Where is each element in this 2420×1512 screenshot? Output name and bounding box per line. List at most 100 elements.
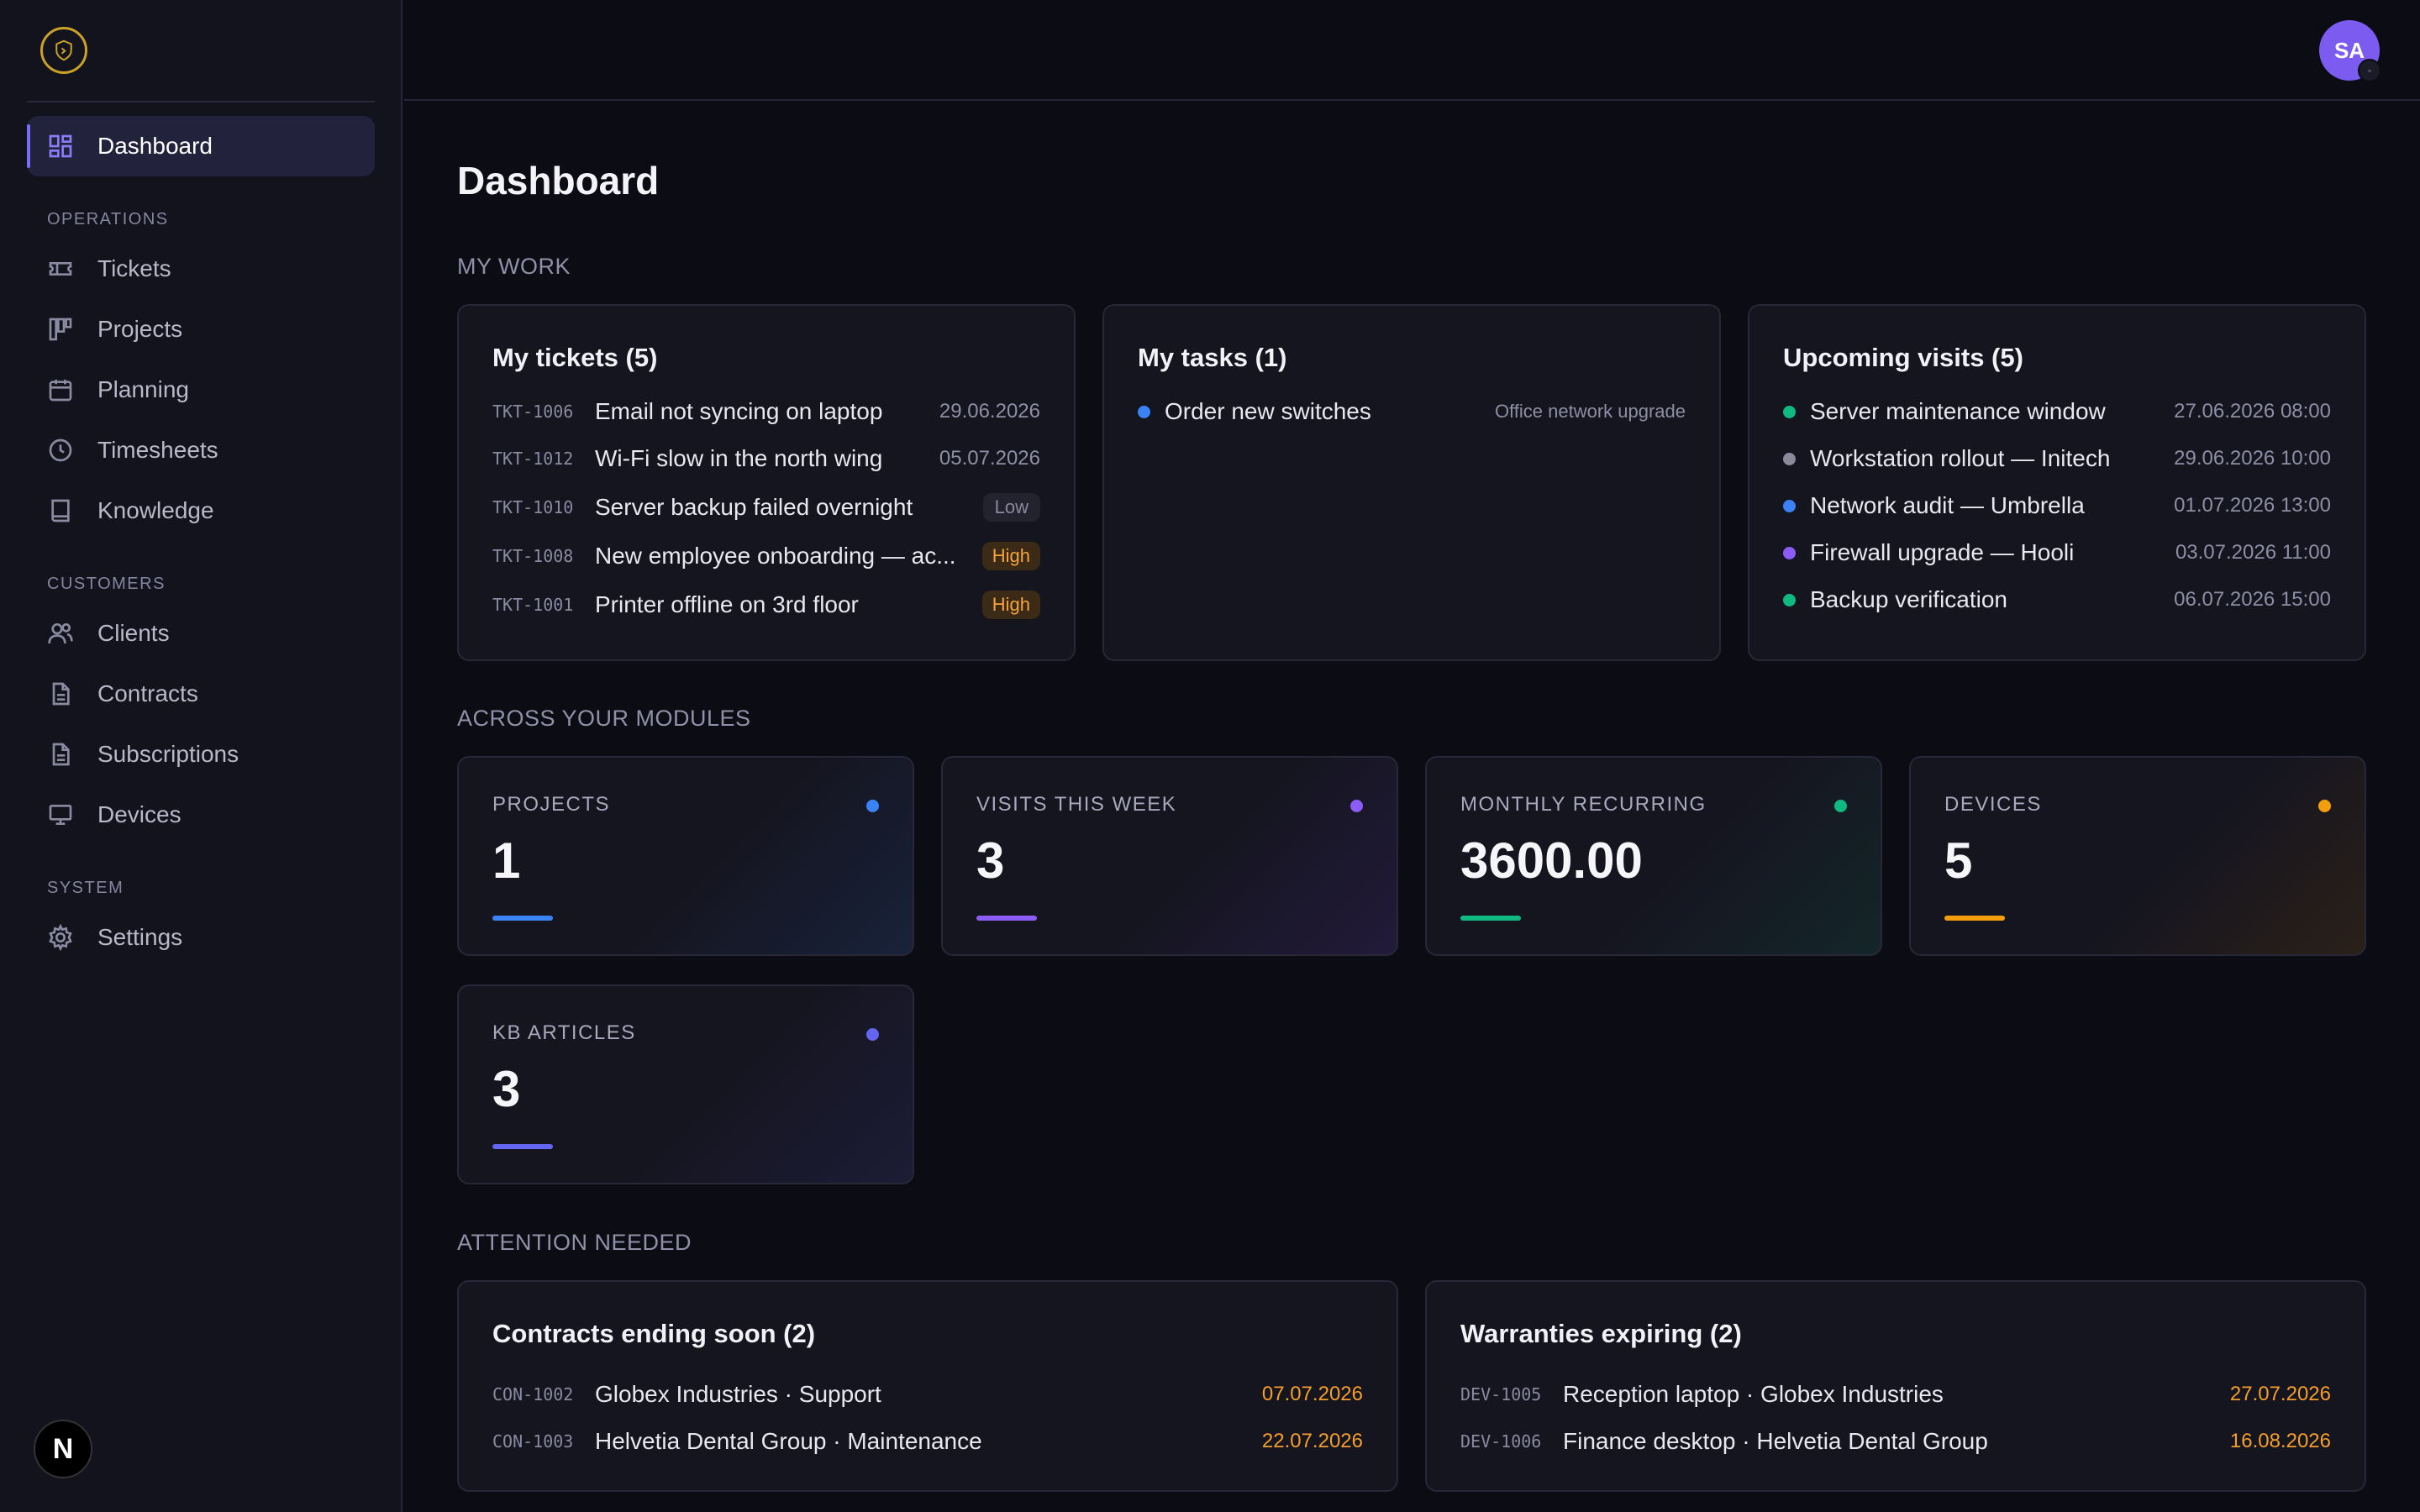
user-avatar[interactable]: SA ◦	[2319, 20, 2381, 82]
stat-card-kb-articles[interactable]: KB ARTICLES 3	[457, 984, 914, 1184]
section-title-modules: ACROSS YOUR MODULES	[457, 706, 751, 731]
top-bar: SA ◦	[404, 0, 2420, 101]
sidebar-item-settings[interactable]: Settings	[27, 912, 375, 963]
stat-dot	[866, 800, 879, 812]
visit-title: Network audit — Umbrella	[1810, 492, 2085, 518]
dashboard-icon	[45, 131, 76, 161]
sidebar-item-knowledge[interactable]: Knowledge	[27, 486, 375, 536]
status-dot	[1783, 405, 1796, 418]
stat-card-visits[interactable]: VISITS THIS WEEK 3	[941, 756, 1398, 956]
visit-date: 27.06.2026 08:00	[2174, 400, 2331, 423]
stat-label: KB ARTICLES	[492, 1021, 636, 1044]
status-dot	[1783, 452, 1796, 465]
sidebar-item-planning[interactable]: Planning	[27, 365, 375, 415]
priority-badge: High	[981, 591, 1040, 619]
sidebar-item-label: Tickets	[97, 255, 171, 281]
warranties-expiring-card: Warranties expiring (2) DEV-1005 Recepti…	[1425, 1280, 2366, 1492]
visit-title: Workstation rollout — Initech	[1810, 445, 2111, 471]
document-icon	[45, 739, 76, 769]
ticket-id: TKT-1012	[492, 449, 574, 469]
stat-card-projects[interactable]: PROJECTS 1	[457, 756, 914, 956]
sidebar-item-timesheets[interactable]: Timesheets	[27, 425, 375, 475]
sidebar-item-projects[interactable]: Projects	[27, 304, 375, 354]
ticket-row[interactable]: TKT-1008 New employee onboarding — ac...…	[492, 539, 1040, 573]
warranty-end-date: 27.07.2026	[2229, 1383, 2331, 1405]
ticket-row[interactable]: TKT-1001 Printer offline on 3rd floor Hi…	[492, 588, 1040, 622]
app-logo-icon[interactable]	[40, 27, 87, 74]
card-title: Upcoming visits (5)	[1783, 343, 2023, 372]
sidebar-divider	[27, 101, 375, 102]
visit-row[interactable]: Network audit — Umbrella 01.07.2026 13:0…	[1783, 489, 2331, 522]
contract-title: Globex Industries · Support	[595, 1381, 881, 1407]
task-row[interactable]: Order new switches Office network upgrad…	[1138, 395, 1686, 428]
priority-badge: High	[981, 542, 1040, 570]
dev-tools-badge[interactable]: N	[34, 1420, 92, 1478]
task-project: Office network upgrade	[1494, 401, 1686, 422]
stat-value: 1	[492, 832, 521, 889]
contract-row[interactable]: CON-1003 Helvetia Dental Group · Mainten…	[492, 1425, 1363, 1458]
users-icon	[45, 618, 76, 648]
visit-row[interactable]: Backup verification 06.07.2026 15:00	[1783, 583, 2331, 617]
ticket-row[interactable]: TKT-1006 Email not syncing on laptop 29.…	[492, 395, 1040, 428]
stat-dot	[866, 1028, 879, 1041]
my-tickets-card: My tickets (5) TKT-1006 Email not syncin…	[457, 304, 1076, 661]
status-dot	[1783, 546, 1796, 559]
stat-card-devices[interactable]: DEVICES 5	[1909, 756, 2366, 956]
device-title: Finance desktop · Helvetia Dental Group	[1563, 1428, 1988, 1454]
stat-dot	[1834, 800, 1847, 812]
kanban-icon	[45, 314, 76, 344]
sidebar-item-contracts[interactable]: Contracts	[27, 669, 375, 719]
sidebar-item-dashboard[interactable]: Dashboard	[27, 116, 375, 176]
warranty-row[interactable]: DEV-1005 Reception laptop · Globex Indus…	[1460, 1378, 2331, 1411]
contract-end-date: 22.07.2026	[1261, 1430, 1363, 1452]
stat-accent-bar	[492, 1144, 553, 1149]
stat-value: 5	[1944, 832, 1973, 889]
ticket-title: Server backup failed overnight	[595, 494, 913, 520]
contract-end-date: 07.07.2026	[1261, 1383, 1363, 1405]
stat-accent-bar	[976, 916, 1037, 921]
sidebar-item-label: Settings	[97, 924, 183, 950]
status-dot-icon: ◦	[2358, 59, 2381, 82]
sidebar-item-subscriptions[interactable]: Subscriptions	[27, 729, 375, 780]
visit-row[interactable]: Workstation rollout — Initech 29.06.2026…	[1783, 442, 2331, 475]
ticket-title: New employee onboarding — ac...	[595, 543, 956, 569]
stat-label: VISITS THIS WEEK	[976, 793, 1177, 816]
stat-card-monthly-recurring[interactable]: MONTHLY RECURRING 3600.00	[1425, 756, 1882, 956]
nav-section-system: SYSTEM	[47, 879, 124, 897]
stat-accent-bar	[492, 916, 553, 921]
sidebar-item-label: Knowledge	[97, 497, 214, 523]
warranty-end-date: 16.08.2026	[2229, 1430, 2331, 1452]
ticket-id: TKT-1006	[492, 402, 574, 422]
my-tasks-card: My tasks (1) Order new switches Office n…	[1102, 304, 1721, 661]
stat-accent-bar	[1460, 916, 1521, 921]
ticket-date: 29.06.2026	[939, 400, 1040, 423]
sidebar-item-label: Timesheets	[97, 437, 218, 463]
sidebar-item-tickets[interactable]: Tickets	[27, 244, 375, 294]
ticket-title: Printer offline on 3rd floor	[595, 591, 859, 617]
sidebar-item-label: Subscriptions	[97, 741, 239, 767]
sidebar-item-label: Planning	[97, 376, 189, 402]
sidebar-item-devices[interactable]: Devices	[27, 790, 375, 840]
contract-row[interactable]: CON-1002 Globex Industries · Support 07.…	[492, 1378, 1363, 1411]
visit-title: Backup verification	[1810, 586, 2008, 612]
shield-icon	[55, 39, 72, 61]
ticket-title: Wi-Fi slow in the north wing	[595, 445, 883, 471]
visit-title: Server maintenance window	[1810, 398, 2106, 424]
stat-accent-bar	[1944, 916, 2005, 921]
document-icon	[45, 679, 76, 709]
device-id: DEV-1005	[1460, 1384, 1542, 1404]
stat-label: MONTHLY RECURRING	[1460, 793, 1707, 816]
ticket-row[interactable]: TKT-1010 Server backup failed overnight …	[492, 491, 1040, 524]
card-title: Contracts ending soon (2)	[492, 1319, 816, 1348]
nav-section-customers: CUSTOMERS	[47, 575, 166, 593]
sidebar-item-clients[interactable]: Clients	[27, 608, 375, 659]
visit-row[interactable]: Server maintenance window 27.06.2026 08:…	[1783, 395, 2331, 428]
calendar-icon	[45, 375, 76, 405]
warranty-row[interactable]: DEV-1006 Finance desktop · Helvetia Dent…	[1460, 1425, 2331, 1458]
ticket-row[interactable]: TKT-1012 Wi-Fi slow in the north wing 05…	[492, 442, 1040, 475]
page-title: Dashboard	[457, 159, 660, 202]
contract-id: CON-1003	[492, 1431, 574, 1452]
visit-date: 29.06.2026 10:00	[2174, 447, 2331, 470]
stat-label: DEVICES	[1944, 793, 2042, 816]
visit-row[interactable]: Firewall upgrade — Hooli 03.07.2026 11:0…	[1783, 536, 2331, 570]
